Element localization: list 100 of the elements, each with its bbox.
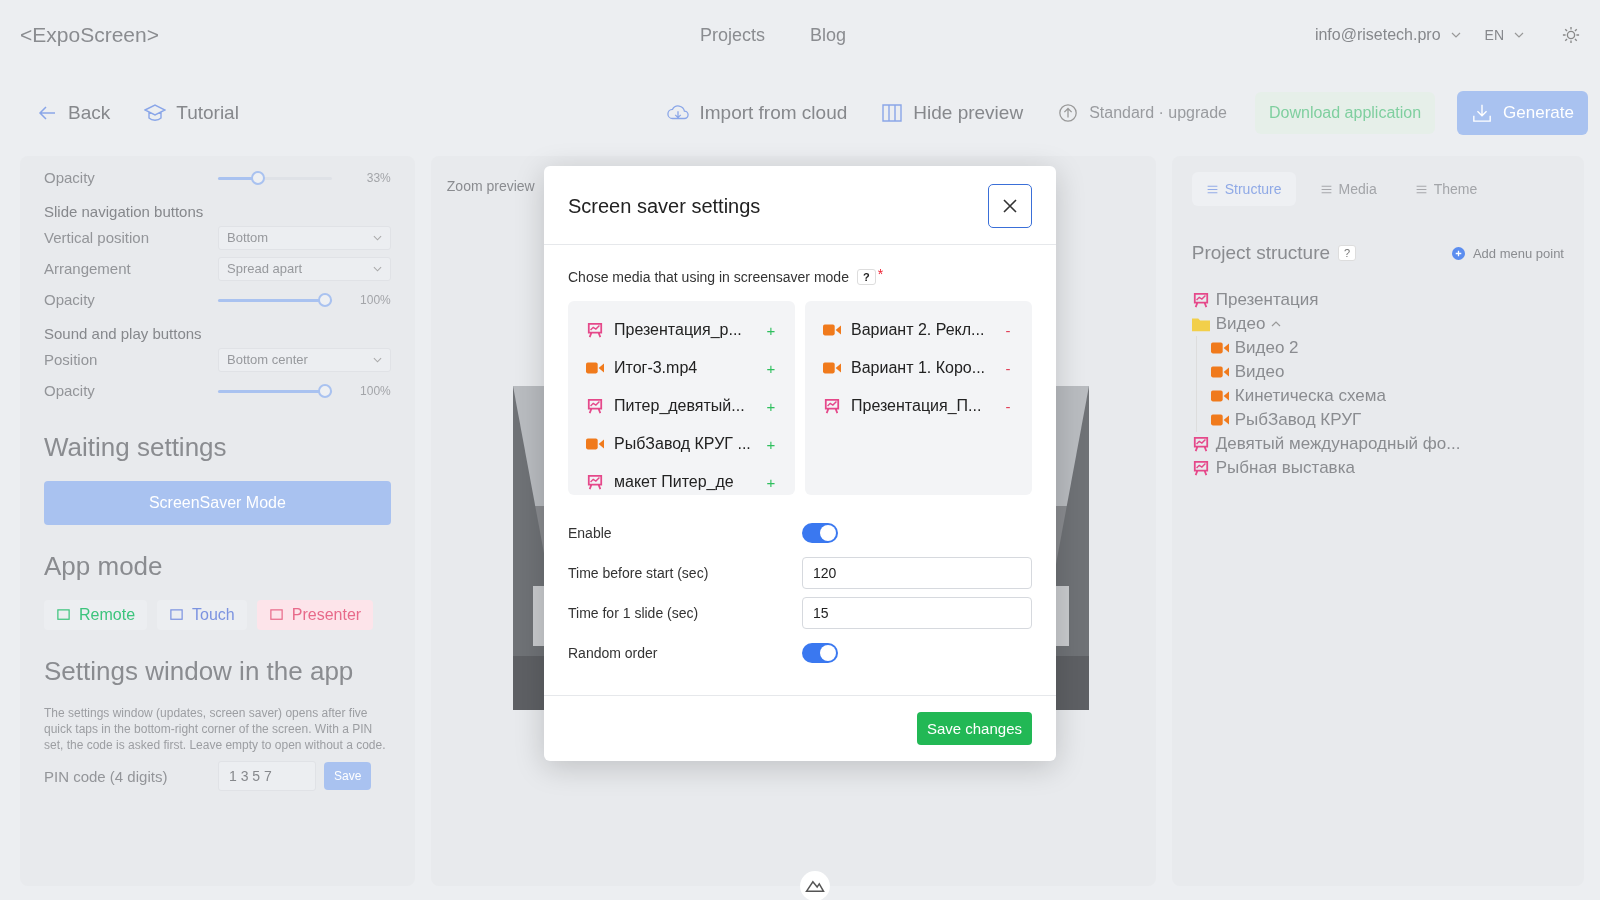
presentation-icon [1191, 292, 1210, 308]
add-button[interactable]: + [765, 397, 777, 415]
sun-icon[interactable] [1562, 26, 1580, 44]
chevron-up-icon[interactable] [1271, 321, 1282, 327]
media-item[interactable]: Презентация_П... [851, 397, 992, 415]
media-item[interactable]: Вариант 2. Рекл... [851, 321, 992, 339]
save-changes-button[interactable]: Save changes [916, 712, 1032, 745]
tree-item[interactable]: Видео 2 [1234, 338, 1299, 358]
tree-item[interactable]: Рыбная выставка [1215, 458, 1355, 478]
video-camera-icon [823, 360, 841, 376]
download-icon [1471, 103, 1494, 123]
language-menu[interactable]: EN [1484, 27, 1504, 43]
slider-value: 100% [360, 383, 391, 398]
remove-button[interactable]: - [1002, 397, 1014, 415]
dropdown-select[interactable]: Spread apart [218, 256, 391, 281]
section-heading: Waiting settings [44, 432, 228, 463]
add-icon[interactable] [1451, 246, 1465, 260]
help-badge[interactable]: ? [1338, 245, 1357, 261]
section-subheading: Sound and play buttons [44, 325, 203, 342]
pin-input[interactable]: 1 3 5 7 [218, 761, 316, 791]
panel-tab[interactable]: Structure [1191, 172, 1296, 206]
account-menu[interactable]: info@risetech.pro [1314, 26, 1441, 44]
screen-icon [268, 607, 284, 623]
setting-label: Position [44, 351, 99, 368]
close-button[interactable] [988, 184, 1032, 228]
upgrade-button[interactable]: Standard · upgrade [1051, 93, 1233, 133]
panel-tab[interactable]: Theme [1400, 172, 1492, 206]
folder-icon [1191, 316, 1210, 332]
tree-item[interactable]: РыбЗавод КРУГ [1234, 410, 1362, 430]
save-button[interactable]: Save [324, 762, 372, 790]
panel-title: Project structure [1191, 242, 1331, 264]
add-button[interactable]: + [765, 359, 777, 377]
media-item[interactable]: макет Питер_де [614, 473, 755, 491]
columns-icon [881, 103, 904, 123]
remove-button[interactable]: - [1002, 321, 1014, 339]
mountain-logo-icon[interactable] [798, 870, 831, 900]
chevron-down-icon [1450, 32, 1461, 38]
setting-label: Opacity [44, 382, 96, 399]
required-mark: * [877, 266, 884, 282]
add-button[interactable]: + [765, 473, 777, 491]
video-camera-icon [1210, 340, 1229, 356]
opacity-slider[interactable] [218, 170, 332, 185]
section-heading: App mode [44, 551, 164, 582]
media-item[interactable]: Питер_девятый... [614, 397, 755, 415]
tree-item[interactable]: Кинетическа схема [1234, 386, 1386, 406]
panel-tab[interactable]: Media [1305, 172, 1391, 206]
setting-label: Opacity [44, 291, 96, 308]
field-label: Time before start (sec) [568, 565, 710, 581]
chevron-down-icon [372, 265, 382, 272]
media-item[interactable]: Презентация_р... [614, 321, 755, 339]
media-item[interactable]: Итог-3.mp4 [614, 359, 755, 377]
opacity-slider[interactable] [218, 292, 332, 307]
nav-link[interactable]: Projects [700, 24, 766, 46]
remove-button[interactable]: - [1002, 359, 1014, 377]
add-button[interactable]: + [765, 321, 777, 339]
screensaver-mode-button[interactable]: ScreenSaver Mode [44, 481, 391, 525]
presentation-icon [586, 398, 604, 414]
toggle-switch[interactable] [802, 643, 838, 663]
prompt-text: Chose media that using in screensaver mode [568, 269, 849, 285]
tree-item[interactable]: Видео [1234, 362, 1285, 382]
back-button[interactable]: Back [30, 92, 117, 134]
download-application-button[interactable]: Download application [1255, 92, 1436, 134]
mode-option[interactable]: Touch [157, 600, 247, 630]
graduation-cap-icon [144, 103, 167, 123]
tree-item[interactable]: Презентация [1215, 290, 1319, 310]
input-field[interactable]: 120 [802, 557, 1032, 589]
video-camera-icon [586, 360, 604, 376]
dropdown-select[interactable]: Bottom center [218, 347, 391, 372]
tree-item[interactable]: Девятый международный фо... [1215, 434, 1461, 454]
tutorial-button[interactable]: Tutorial [138, 92, 245, 134]
generate-button[interactable]: Generate [1457, 91, 1588, 135]
toggle-switch[interactable] [802, 523, 838, 543]
add-menu-point-link[interactable]: Add menu point [1472, 245, 1564, 261]
media-item[interactable]: Вариант 1. Коро... [851, 359, 992, 377]
chevron-down-icon [1514, 32, 1524, 38]
dropdown-select[interactable]: Bottom [218, 225, 391, 250]
add-button[interactable]: + [765, 435, 777, 453]
chevron-down-icon [372, 234, 382, 241]
slider-value: 100% [360, 292, 391, 307]
video-camera-icon [1210, 364, 1229, 380]
setting-label: Vertical position [44, 229, 151, 246]
mode-option[interactable]: Presenter [256, 600, 374, 630]
chevron-down-icon [372, 356, 382, 363]
import-from-cloud-button[interactable]: Import from cloud [661, 92, 854, 134]
presentation-icon [586, 322, 604, 338]
arrow-up-circle-icon [1057, 103, 1080, 123]
screen-icon [169, 607, 185, 623]
presentation-icon [823, 398, 841, 414]
nav-link[interactable]: Blog [810, 24, 847, 46]
input-field[interactable]: 15 [802, 597, 1032, 629]
setting-label: Arrangement [44, 260, 132, 277]
presentation-icon [586, 474, 604, 490]
slider-value: 33% [366, 170, 391, 185]
hide-preview-button[interactable]: Hide preview [875, 92, 1030, 134]
opacity-slider[interactable] [218, 383, 332, 398]
tree-item[interactable]: Видео [1215, 314, 1266, 334]
logo[interactable]: <ExpoScreen> [20, 23, 700, 47]
mode-option[interactable]: Remote [44, 600, 148, 630]
media-item[interactable]: РыбЗавод КРУГ ... [614, 435, 755, 453]
help-badge[interactable]: ? [856, 269, 876, 285]
